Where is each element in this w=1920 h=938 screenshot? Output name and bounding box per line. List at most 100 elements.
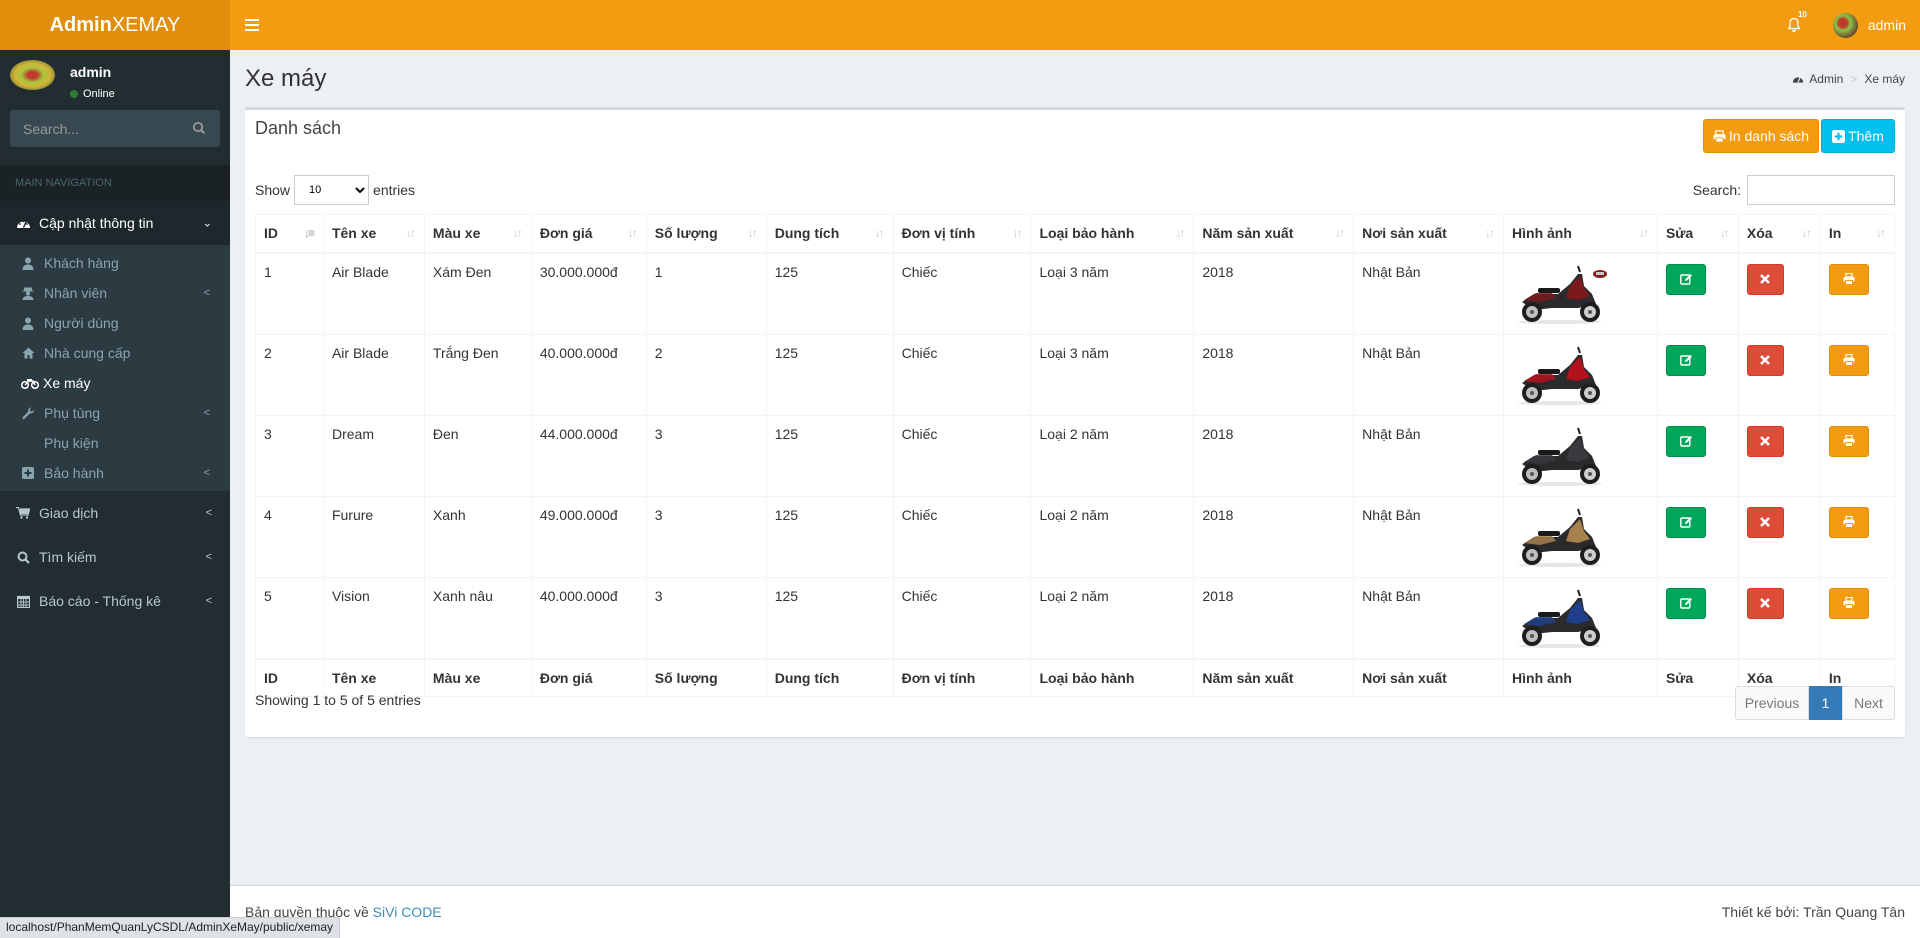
cell-color: Đen xyxy=(423,414,532,497)
sort-icon: ↓↑ xyxy=(1335,226,1345,241)
column-header[interactable]: Tên xe ↓↑ xyxy=(322,214,425,254)
delete-button[interactable] xyxy=(1746,587,1784,619)
print-button[interactable] xyxy=(1828,587,1869,619)
sidebar-item-label: Phụ tùng xyxy=(44,405,101,421)
cell-unit: Chiếc xyxy=(892,333,1032,416)
column-header[interactable]: Số lượng ↓↑ xyxy=(645,214,767,254)
sidebar-item-phu-tung[interactable]: Phụ tùng < xyxy=(0,398,230,428)
sidebar-item-phu-kien[interactable]: Phụ kiện xyxy=(0,428,230,458)
sidebar-item-bao-hanh[interactable]: Bảo hành < xyxy=(0,458,230,488)
cell-year: 2018 xyxy=(1193,495,1355,578)
plus-square-icon xyxy=(1832,129,1846,143)
cell-color: Xám Đen xyxy=(423,252,532,335)
cell-action xyxy=(1819,333,1896,416)
user-menu[interactable]: admin xyxy=(1832,12,1906,38)
sidebar-search-input[interactable] xyxy=(10,110,220,147)
delete-button[interactable] xyxy=(1746,425,1784,457)
column-header[interactable]: Nơi sản xuất ↓↑ xyxy=(1353,214,1505,254)
delete-button[interactable] xyxy=(1746,344,1784,376)
sidebar-item-nha-cung-cap[interactable]: Nhà cung cấp xyxy=(0,338,230,368)
column-header[interactable]: Xóa ↓↑ xyxy=(1737,214,1821,254)
cell-year: 2018 xyxy=(1193,333,1355,416)
column-header[interactable]: In ↓↑ xyxy=(1819,214,1896,254)
chevron-left-icon: < xyxy=(203,287,210,299)
notifications-button[interactable]: 10 xyxy=(1779,0,1809,50)
cell-price: 49.000.000đ xyxy=(530,495,647,578)
add-label: Thêm xyxy=(1848,128,1884,144)
main-header: AdminXEMAY 10 admin xyxy=(0,0,1920,50)
column-header[interactable]: ID ↓≡ xyxy=(255,214,324,254)
edit-icon xyxy=(1680,274,1692,285)
column-header[interactable]: Đơn vị tính ↓↑ xyxy=(892,214,1032,254)
cell-capacity: 125 xyxy=(765,495,894,578)
page-1-button[interactable]: 1 xyxy=(1809,686,1842,720)
sidebar-item-bao-cao-thong-ke[interactable]: Báo cáo - Thống kê < xyxy=(0,579,230,623)
main-navigation-header: MAIN NAVIGATION xyxy=(0,165,230,201)
sort-icon: ↓↑ xyxy=(1175,226,1185,241)
app-logo[interactable]: AdminXEMAY xyxy=(0,0,230,50)
search-icon[interactable] xyxy=(192,121,206,135)
page-length-select[interactable]: 10 xyxy=(294,175,370,205)
sidebar: admin Online MAIN NAVIGATION Cập nhật th… xyxy=(0,50,230,938)
breadcrumb-home[interactable]: Admin xyxy=(1809,72,1843,86)
column-header[interactable]: Hình ảnh ↓↑ xyxy=(1503,214,1658,254)
sidebar-item-tim-kiem[interactable]: Tìm kiếm < xyxy=(0,535,230,579)
sidebar-item-label: Nhân viên xyxy=(44,285,108,301)
column-footer: Sửa xyxy=(1656,657,1739,697)
sidebar-item-nhan-vien[interactable]: Nhân viên < xyxy=(0,278,230,308)
cell-action xyxy=(1656,576,1739,659)
table-row: 2 Air Blade Trắng Đen 40.000.000đ 2 125 Chiếc L… xyxy=(255,333,1896,416)
column-header-label: Hình ảnh xyxy=(1512,225,1572,242)
hamburger-icon xyxy=(245,19,259,21)
user-secret-icon xyxy=(20,287,36,300)
table-search-input[interactable] xyxy=(1747,175,1895,205)
user-avatar xyxy=(1832,12,1858,38)
print-button[interactable] xyxy=(1828,506,1869,538)
column-header[interactable]: Dung tích ↓↑ xyxy=(765,214,894,254)
calendar-icon xyxy=(15,595,31,608)
print-list-label: In danh sách xyxy=(1728,128,1810,144)
column-header[interactable]: Năm sản xuất ↓↑ xyxy=(1193,214,1355,254)
delete-button[interactable] xyxy=(1746,263,1784,295)
sidebar-item-khach-hang[interactable]: Khách hàng xyxy=(0,248,230,278)
sidebar-item-cap-nhat-thong-tin[interactable]: Cập nhật thông tin ⌄ xyxy=(0,201,230,245)
cell-unit: Chiếc xyxy=(892,252,1032,335)
column-header[interactable]: Đơn giá ↓↑ xyxy=(530,214,647,254)
previous-page-button[interactable]: Previous xyxy=(1735,686,1809,720)
table-info: Showing 1 to 5 of 5 entries xyxy=(255,692,421,708)
breadcrumb: Admin > Xe máy xyxy=(1792,72,1905,86)
column-header[interactable]: Sửa ↓↑ xyxy=(1656,214,1739,254)
next-page-button[interactable]: Next xyxy=(1842,686,1895,720)
column-header[interactable]: Màu xe ↓↑ xyxy=(423,214,532,254)
copyright-link[interactable]: SiVi CODE xyxy=(373,904,442,920)
sidebar-toggle-button[interactable] xyxy=(245,16,259,34)
column-header-label: Đơn vị tính xyxy=(901,225,976,242)
user-status-label: Online xyxy=(83,88,115,100)
delete-button[interactable] xyxy=(1746,506,1784,538)
edit-button[interactable] xyxy=(1665,425,1706,457)
navbar-right: 10 admin xyxy=(1779,0,1906,50)
add-button[interactable]: Thêm xyxy=(1821,119,1895,153)
sidebar-item-giao-dich[interactable]: Giao dịch < xyxy=(0,491,230,535)
entries-label: entries xyxy=(373,182,416,198)
edit-button[interactable] xyxy=(1665,344,1706,376)
sidebar-item-label: Xe máy xyxy=(43,375,91,391)
print-button[interactable] xyxy=(1828,263,1869,295)
edit-button[interactable] xyxy=(1665,506,1706,538)
cell-quantity: 3 xyxy=(645,495,767,578)
print-list-button[interactable]: In danh sách xyxy=(1703,119,1819,153)
sidebar-item-nguoi-dung[interactable]: Người dùng xyxy=(0,308,230,338)
edit-button[interactable] xyxy=(1665,587,1706,619)
motorcycle-image xyxy=(1518,346,1603,405)
print-button[interactable] xyxy=(1828,344,1869,376)
column-header[interactable]: Loại bảo hành ↓↑ xyxy=(1030,214,1195,254)
cell-id: 1 xyxy=(255,252,324,335)
sort-icon: ↓↑ xyxy=(1876,226,1886,241)
sidebar-item-xe-may[interactable]: Xe máy xyxy=(0,368,230,398)
edit-button[interactable] xyxy=(1665,263,1706,295)
print-button[interactable] xyxy=(1828,425,1869,457)
print-icon xyxy=(1713,129,1726,143)
column-footer: Nơi sản xuất xyxy=(1353,657,1505,697)
list-box: Danh sách In danh sách Thêm Show 10 entr… xyxy=(245,107,1905,737)
cell-origin: Nhật Bản xyxy=(1353,333,1505,416)
